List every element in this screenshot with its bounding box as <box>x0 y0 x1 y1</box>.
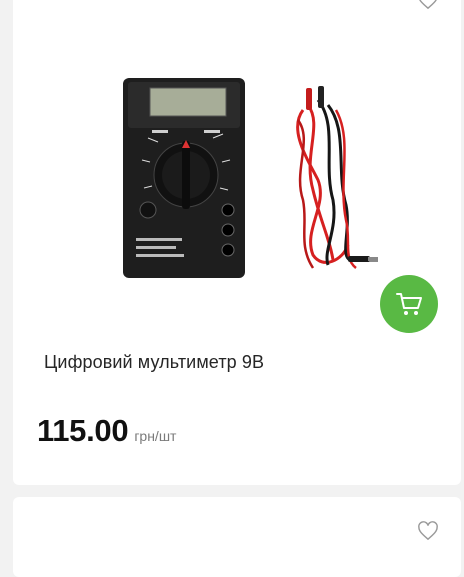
product-card <box>13 497 461 577</box>
product-title[interactable]: Цифровий мультиметр 9В <box>44 352 264 373</box>
multimeter-image[interactable] <box>108 70 388 285</box>
wishlist-button[interactable] <box>417 521 439 541</box>
price-row: 115.00 грн/шт <box>37 413 176 449</box>
heart-icon <box>418 521 438 541</box>
price-unit: грн/шт <box>134 428 177 444</box>
wishlist-button[interactable] <box>417 0 439 10</box>
heart-icon <box>419 0 437 10</box>
product-card: Цифровий мультиметр 9В 115.00 грн/шт <box>13 0 461 485</box>
add-to-cart-button[interactable] <box>380 275 438 333</box>
cart-icon <box>396 293 422 315</box>
product-price: 115.00 <box>37 413 129 448</box>
